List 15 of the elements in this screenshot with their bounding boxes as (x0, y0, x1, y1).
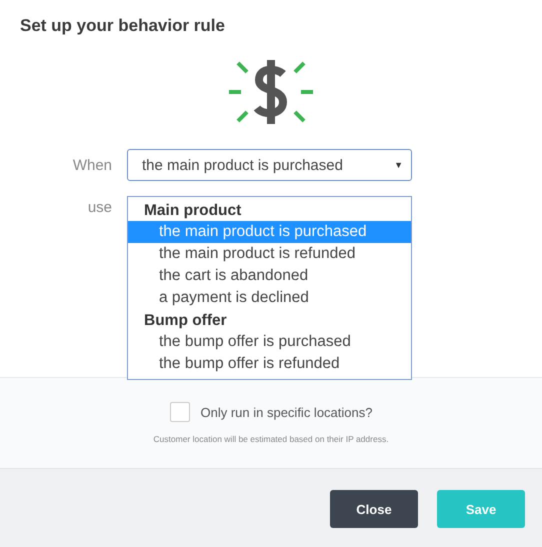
dialog-title: Set up your behavior rule (19, 15, 225, 36)
option-group-label: Main product (143, 201, 242, 221)
field-label: When (72, 156, 112, 174)
help-text: Customer location will be estimated based on their IP address. (153, 434, 389, 444)
checkbox[interactable] (170, 402, 190, 422)
dropdown-option[interactable]: the bump offer is purchased (128, 331, 411, 353)
dropdown-option[interactable]: the bump offer is refunded (128, 353, 411, 375)
trigger-select[interactable]: the main product is purchased ▼ (127, 149, 412, 181)
field-label: use (86, 199, 112, 216)
dropdown-option[interactable]: the cart is abandoned (128, 265, 411, 287)
dropdown-option[interactable]: a payment is declined (128, 287, 411, 309)
close-button[interactable]: Close (330, 490, 418, 528)
dropdown-option[interactable]: the main product is refunded (128, 243, 411, 265)
option-group-label: Bump offer (143, 311, 228, 331)
checkbox-label: Only run in specific locations? (200, 404, 372, 420)
